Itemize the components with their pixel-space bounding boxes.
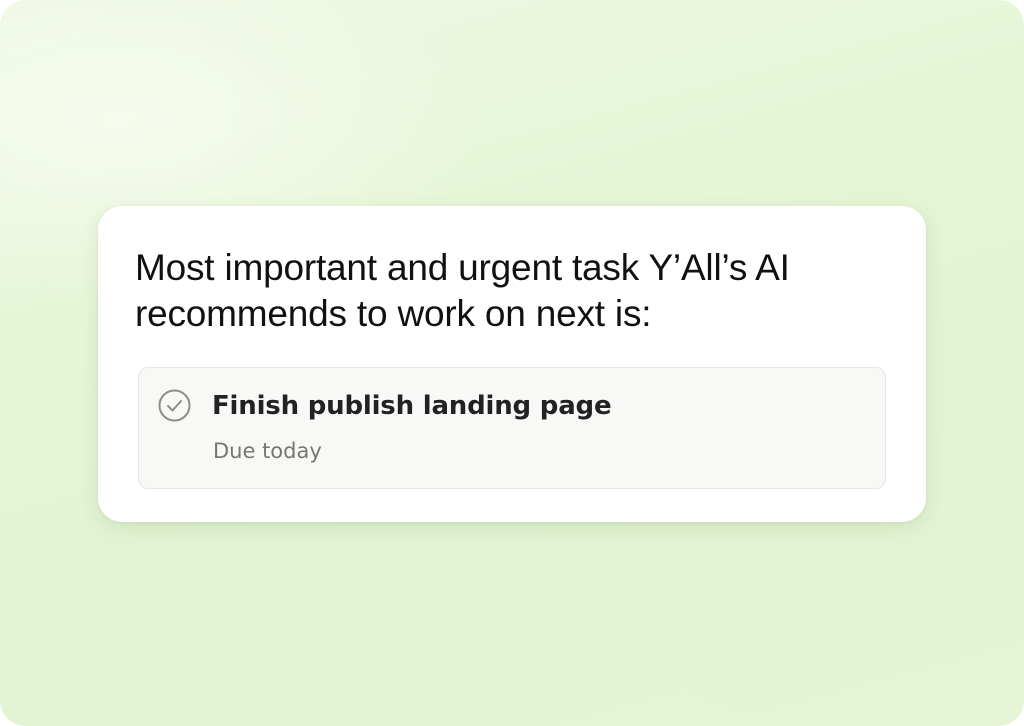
check-circle-icon[interactable] bbox=[158, 389, 191, 422]
task-item[interactable]: Finish publish landing page Due today bbox=[138, 367, 886, 489]
task-due-date: Due today bbox=[213, 439, 322, 463]
recommendation-headline: Most important and urgent task Y’All’s A… bbox=[135, 247, 790, 334]
task-title: Finish publish landing page bbox=[212, 391, 612, 421]
recommendation-card: Most important and urgent task Y’All’s A… bbox=[98, 206, 926, 522]
background-canvas: Most important and urgent task Y’All’s A… bbox=[0, 0, 1024, 726]
